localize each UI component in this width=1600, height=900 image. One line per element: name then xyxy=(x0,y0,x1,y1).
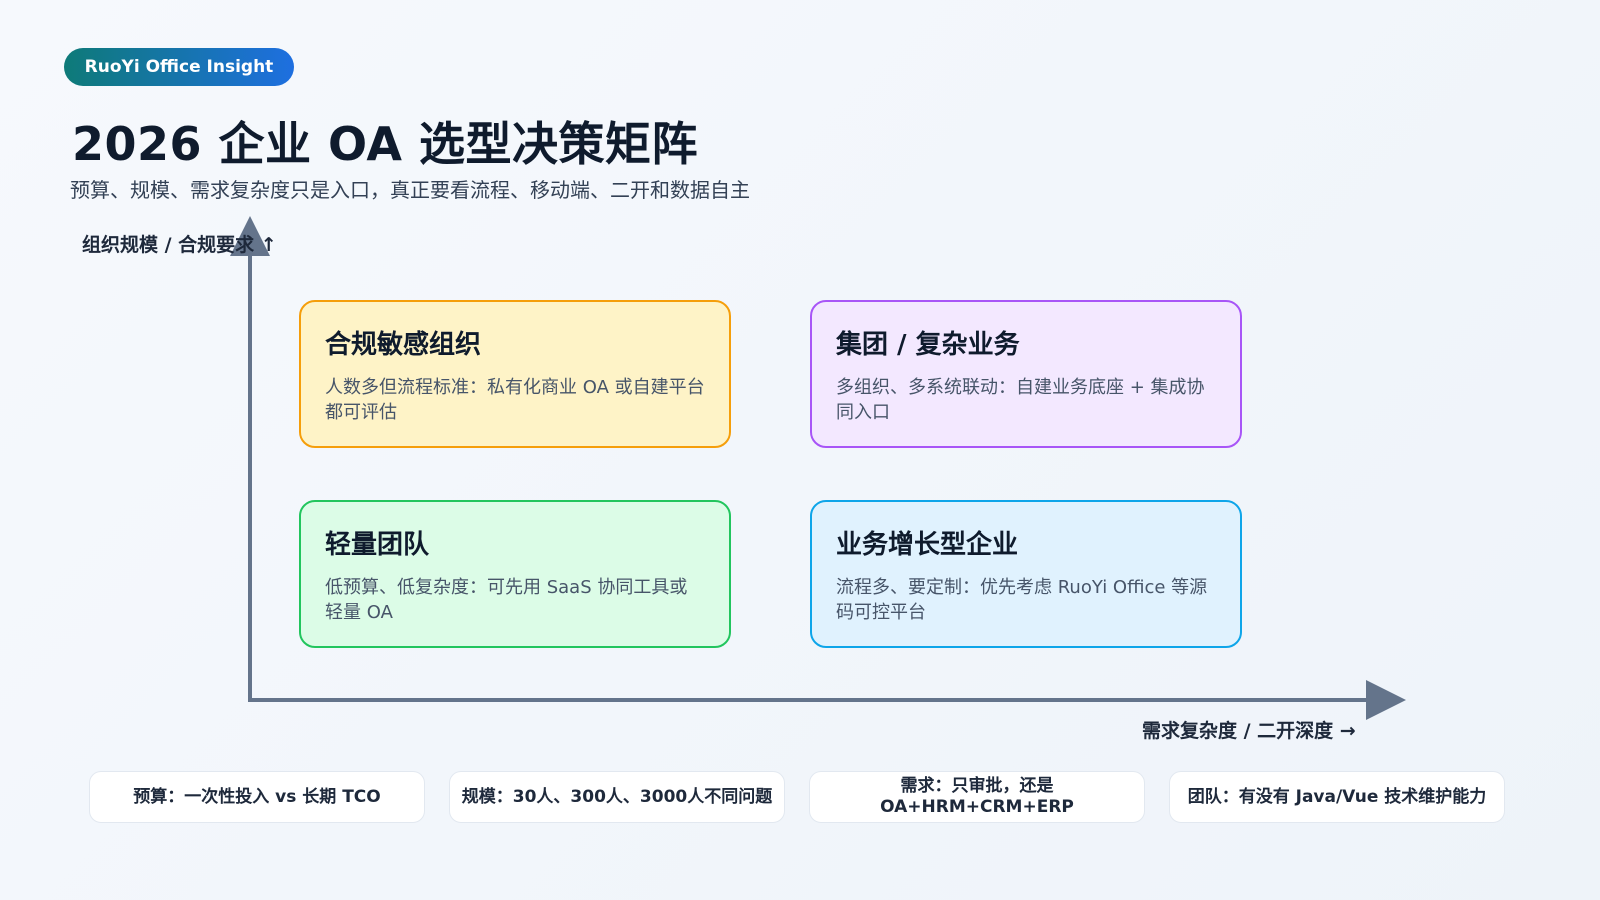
factor-text: 团队：有没有 Java/Vue 技术维护能力 xyxy=(1187,786,1487,807)
factor-chip-requirements: 需求：只审批，还是 OA+HRM+CRM+ERP xyxy=(809,771,1145,823)
factor-chip-budget: 预算：一次性投入 vs 长期 TCO xyxy=(89,771,425,823)
quadrant-compliance-sensitive: 合规敏感组织 人数多但流程标准：私有化商业 OA 或自建平台都可评估 xyxy=(299,300,731,448)
quadrant-lightweight-team: 轻量团队 低预算、低复杂度：可先用 SaaS 协同工具或轻量 OA xyxy=(299,500,731,648)
quadrant-group-complex-business: 集团 / 复杂业务 多组织、多系统联动：自建业务底座 + 集成协同入口 xyxy=(810,300,1242,448)
factor-chip-scale: 规模：30人、300人、3000人不同问题 xyxy=(449,771,785,823)
factor-text: 规模：30人、300人、3000人不同问题 xyxy=(461,786,773,807)
quadrant-description: 低预算、低复杂度：可先用 SaaS 协同工具或轻量 OA xyxy=(325,577,688,623)
factor-text-line2: OA+HRM+CRM+ERP xyxy=(880,797,1074,817)
factor-text: 预算：一次性投入 vs 长期 TCO xyxy=(133,786,381,807)
quadrant-growth-enterprise: 业务增长型企业 流程多、要定制：优先考虑 RuoYi Office 等源码可控平… xyxy=(810,500,1242,648)
quadrant-description: 多组织、多系统联动：自建业务底座 + 集成协同入口 xyxy=(836,377,1205,423)
axes xyxy=(230,216,1406,720)
quadrant-description: 人数多但流程标准：私有化商业 OA 或自建平台都可评估 xyxy=(325,377,705,423)
y-axis-label: 组织规模 / 合规要求 ↑ xyxy=(82,234,277,256)
factor-text: 需求：只审批，还是 xyxy=(900,776,1054,796)
quadrant-title: 合规敏感组织 xyxy=(325,330,482,360)
quadrant-title: 业务增长型企业 xyxy=(836,530,1019,560)
factor-chip-team: 团队：有没有 Java/Vue 技术维护能力 xyxy=(1169,771,1505,823)
quadrant-title: 集团 / 复杂业务 xyxy=(836,330,1020,360)
quadrant-title: 轻量团队 xyxy=(325,530,430,560)
x-axis-label: 需求复杂度 / 二开深度 → xyxy=(1142,720,1356,742)
quadrant-description: 流程多、要定制：优先考虑 RuoYi Office 等源码可控平台 xyxy=(836,577,1208,623)
